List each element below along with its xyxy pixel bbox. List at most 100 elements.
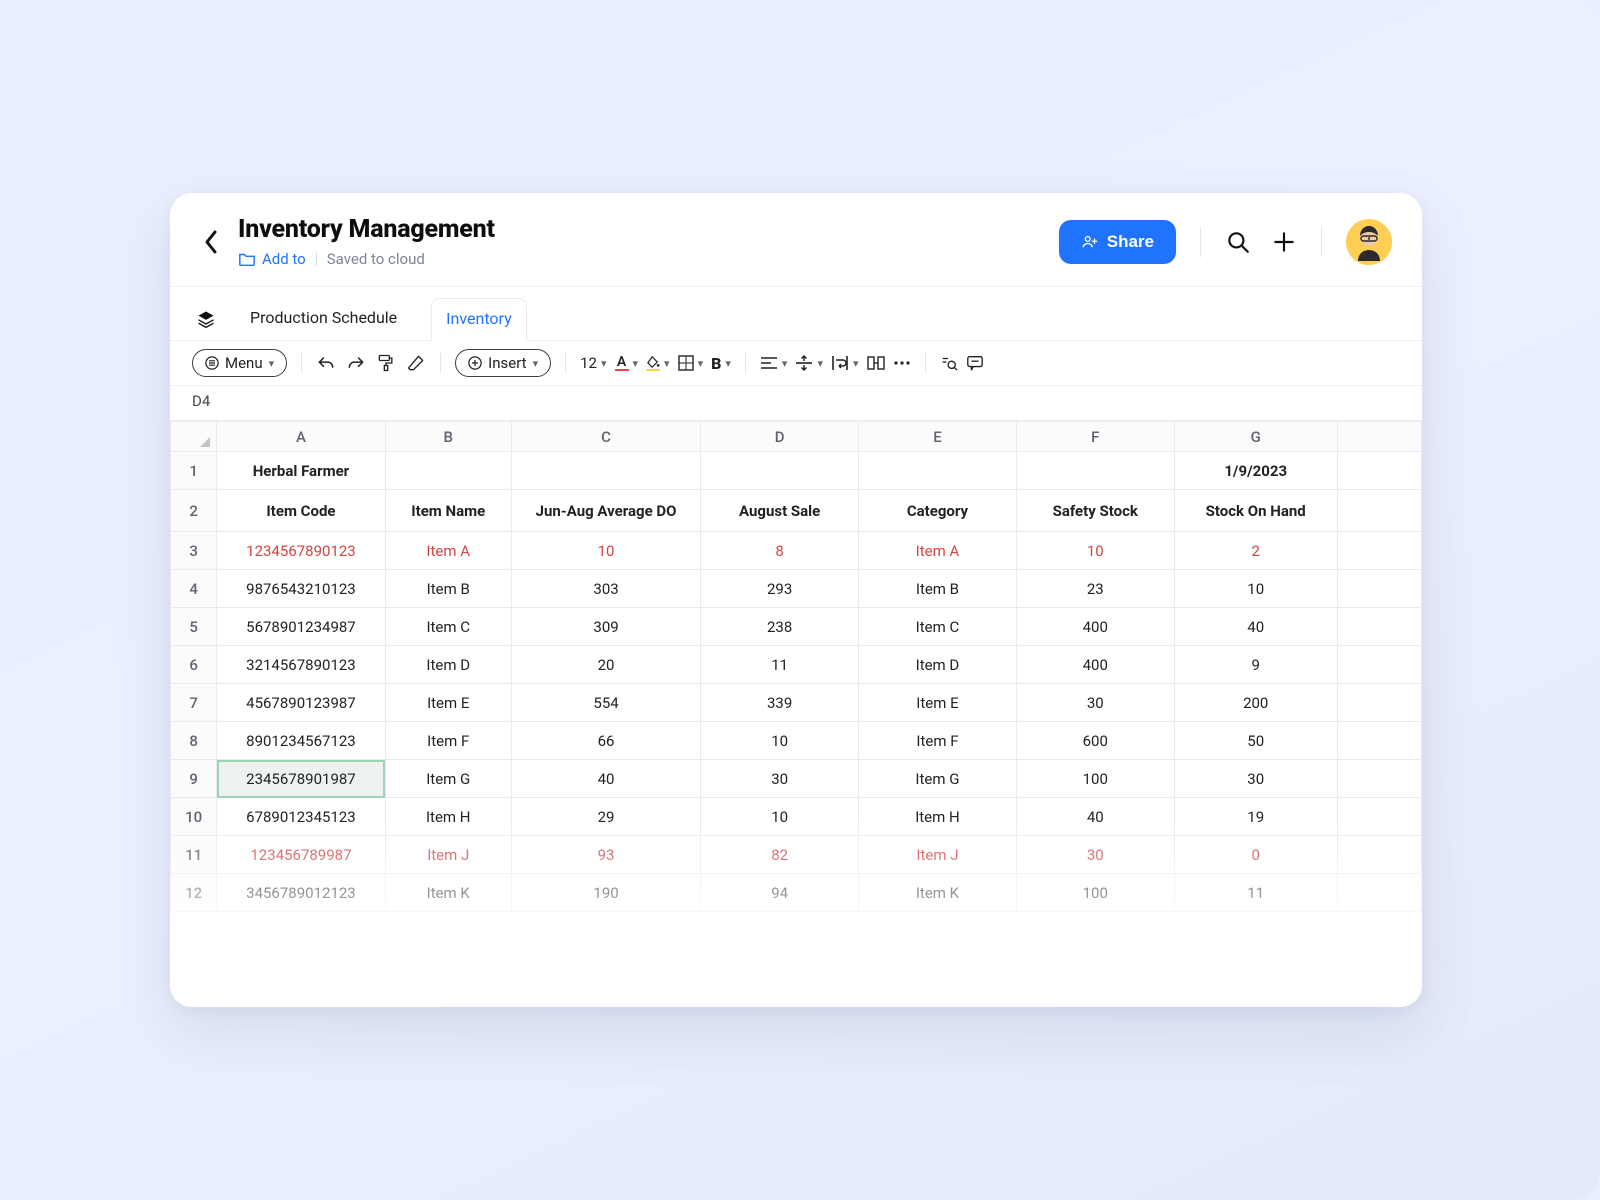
col-header-blank[interactable] xyxy=(1337,422,1421,452)
col-header-F[interactable]: F xyxy=(1016,422,1174,452)
format-painter-button[interactable] xyxy=(376,353,396,373)
cell[interactable]: Item H xyxy=(385,798,511,836)
cell[interactable]: 400 xyxy=(1016,646,1174,684)
row-header[interactable]: 11 xyxy=(171,836,217,874)
cell[interactable]: 8 xyxy=(701,532,859,570)
col-header-D[interactable]: D xyxy=(701,422,859,452)
cell[interactable]: 94 xyxy=(701,874,859,912)
cell[interactable]: 1/9/2023 xyxy=(1174,452,1337,490)
font-size-selector[interactable]: 12 ▾ xyxy=(580,354,606,372)
row-header[interactable]: 12 xyxy=(171,874,217,912)
cell[interactable]: 3214567890123 xyxy=(217,646,385,684)
cell[interactable]: Item G xyxy=(859,760,1017,798)
cell[interactable] xyxy=(1337,760,1421,798)
cell[interactable]: Stock On Hand xyxy=(1174,490,1337,532)
cell[interactable]: 11 xyxy=(1174,874,1337,912)
insert-button[interactable]: Insert ▾ xyxy=(455,349,551,377)
select-all-corner[interactable] xyxy=(171,422,217,452)
cell[interactable]: 11 xyxy=(701,646,859,684)
cell[interactable]: 40 xyxy=(1016,798,1174,836)
cell[interactable] xyxy=(701,452,859,490)
cell[interactable]: Item D xyxy=(859,646,1017,684)
more-button[interactable] xyxy=(893,360,911,366)
cell[interactable]: Item E xyxy=(385,684,511,722)
cell[interactable]: 10 xyxy=(701,798,859,836)
fill-color-button[interactable]: ▾ xyxy=(646,356,670,371)
cell[interactable]: Item Code xyxy=(217,490,385,532)
bold-button[interactable]: B ▾ xyxy=(711,354,731,373)
cell[interactable]: 10 xyxy=(701,722,859,760)
cell[interactable] xyxy=(1337,798,1421,836)
cell[interactable]: Item H xyxy=(859,798,1017,836)
cell[interactable]: 309 xyxy=(511,608,700,646)
cell[interactable]: 10 xyxy=(1016,532,1174,570)
comment-button[interactable] xyxy=(966,354,984,372)
col-header-G[interactable]: G xyxy=(1174,422,1337,452)
cell[interactable]: Item C xyxy=(385,608,511,646)
sheets-menu-button[interactable] xyxy=(196,309,216,329)
cell[interactable]: 339 xyxy=(701,684,859,722)
cell[interactable] xyxy=(1337,452,1421,490)
cell[interactable]: Category xyxy=(859,490,1017,532)
cell[interactable] xyxy=(1337,874,1421,912)
cell[interactable]: 30 xyxy=(1016,684,1174,722)
cell[interactable]: 93 xyxy=(511,836,700,874)
cell[interactable]: 9 xyxy=(1174,646,1337,684)
vertical-align-button[interactable]: ▾ xyxy=(795,355,823,371)
cell[interactable]: 30 xyxy=(1174,760,1337,798)
cell[interactable] xyxy=(1337,684,1421,722)
cell[interactable]: 2345678901987 xyxy=(217,760,385,798)
tab-inventory[interactable]: Inventory xyxy=(431,298,527,341)
col-header-C[interactable]: C xyxy=(511,422,700,452)
cell[interactable]: 400 xyxy=(1016,608,1174,646)
cell[interactable]: 200 xyxy=(1174,684,1337,722)
cell[interactable]: 9876543210123 xyxy=(217,570,385,608)
col-header-E[interactable]: E xyxy=(859,422,1017,452)
new-button[interactable] xyxy=(1271,229,1297,255)
find-replace-button[interactable] xyxy=(940,354,958,372)
cell[interactable]: Item K xyxy=(385,874,511,912)
cell[interactable] xyxy=(1016,452,1174,490)
cell[interactable]: August Sale xyxy=(701,490,859,532)
cell[interactable]: 190 xyxy=(511,874,700,912)
cell[interactable]: 30 xyxy=(701,760,859,798)
row-header[interactable]: 7 xyxy=(171,684,217,722)
cell[interactable]: 4567890123987 xyxy=(217,684,385,722)
clear-format-button[interactable] xyxy=(406,353,426,373)
cell[interactable]: Item B xyxy=(859,570,1017,608)
horizontal-align-button[interactable]: ▾ xyxy=(760,356,788,370)
row-header[interactable]: 4 xyxy=(171,570,217,608)
cell[interactable]: 23 xyxy=(1016,570,1174,608)
wrap-text-button[interactable]: ▾ xyxy=(831,355,859,371)
row-header[interactable]: 1 xyxy=(171,452,217,490)
cell[interactable]: 10 xyxy=(1174,570,1337,608)
spreadsheet[interactable]: A B C D E F G 1Herbal Farmer1/9/20232Ite… xyxy=(170,421,1422,1007)
cell[interactable]: 40 xyxy=(511,760,700,798)
cell[interactable]: 82 xyxy=(701,836,859,874)
cell[interactable]: Item F xyxy=(859,722,1017,760)
cell[interactable] xyxy=(511,452,700,490)
row-header[interactable]: 2 xyxy=(171,490,217,532)
cell[interactable] xyxy=(1337,490,1421,532)
cell[interactable]: 3456789012123 xyxy=(217,874,385,912)
name-box[interactable]: D4 xyxy=(170,386,1422,421)
cell[interactable]: Item J xyxy=(385,836,511,874)
back-button[interactable] xyxy=(194,225,228,259)
row-header[interactable]: 10 xyxy=(171,798,217,836)
row-header[interactable]: 9 xyxy=(171,760,217,798)
cell[interactable] xyxy=(1337,646,1421,684)
avatar[interactable] xyxy=(1346,219,1392,265)
cell[interactable]: 293 xyxy=(701,570,859,608)
cell[interactable]: 29 xyxy=(511,798,700,836)
undo-button[interactable] xyxy=(316,354,336,372)
cell[interactable]: Item A xyxy=(385,532,511,570)
cell[interactable]: 8901234567123 xyxy=(217,722,385,760)
cell[interactable]: 0 xyxy=(1174,836,1337,874)
cell[interactable]: Item C xyxy=(859,608,1017,646)
add-to-button[interactable]: Add to xyxy=(238,250,306,268)
cell[interactable]: Item B xyxy=(385,570,511,608)
cell[interactable]: Item D xyxy=(385,646,511,684)
cell[interactable] xyxy=(1337,532,1421,570)
cell[interactable]: 100 xyxy=(1016,760,1174,798)
cell[interactable]: 303 xyxy=(511,570,700,608)
